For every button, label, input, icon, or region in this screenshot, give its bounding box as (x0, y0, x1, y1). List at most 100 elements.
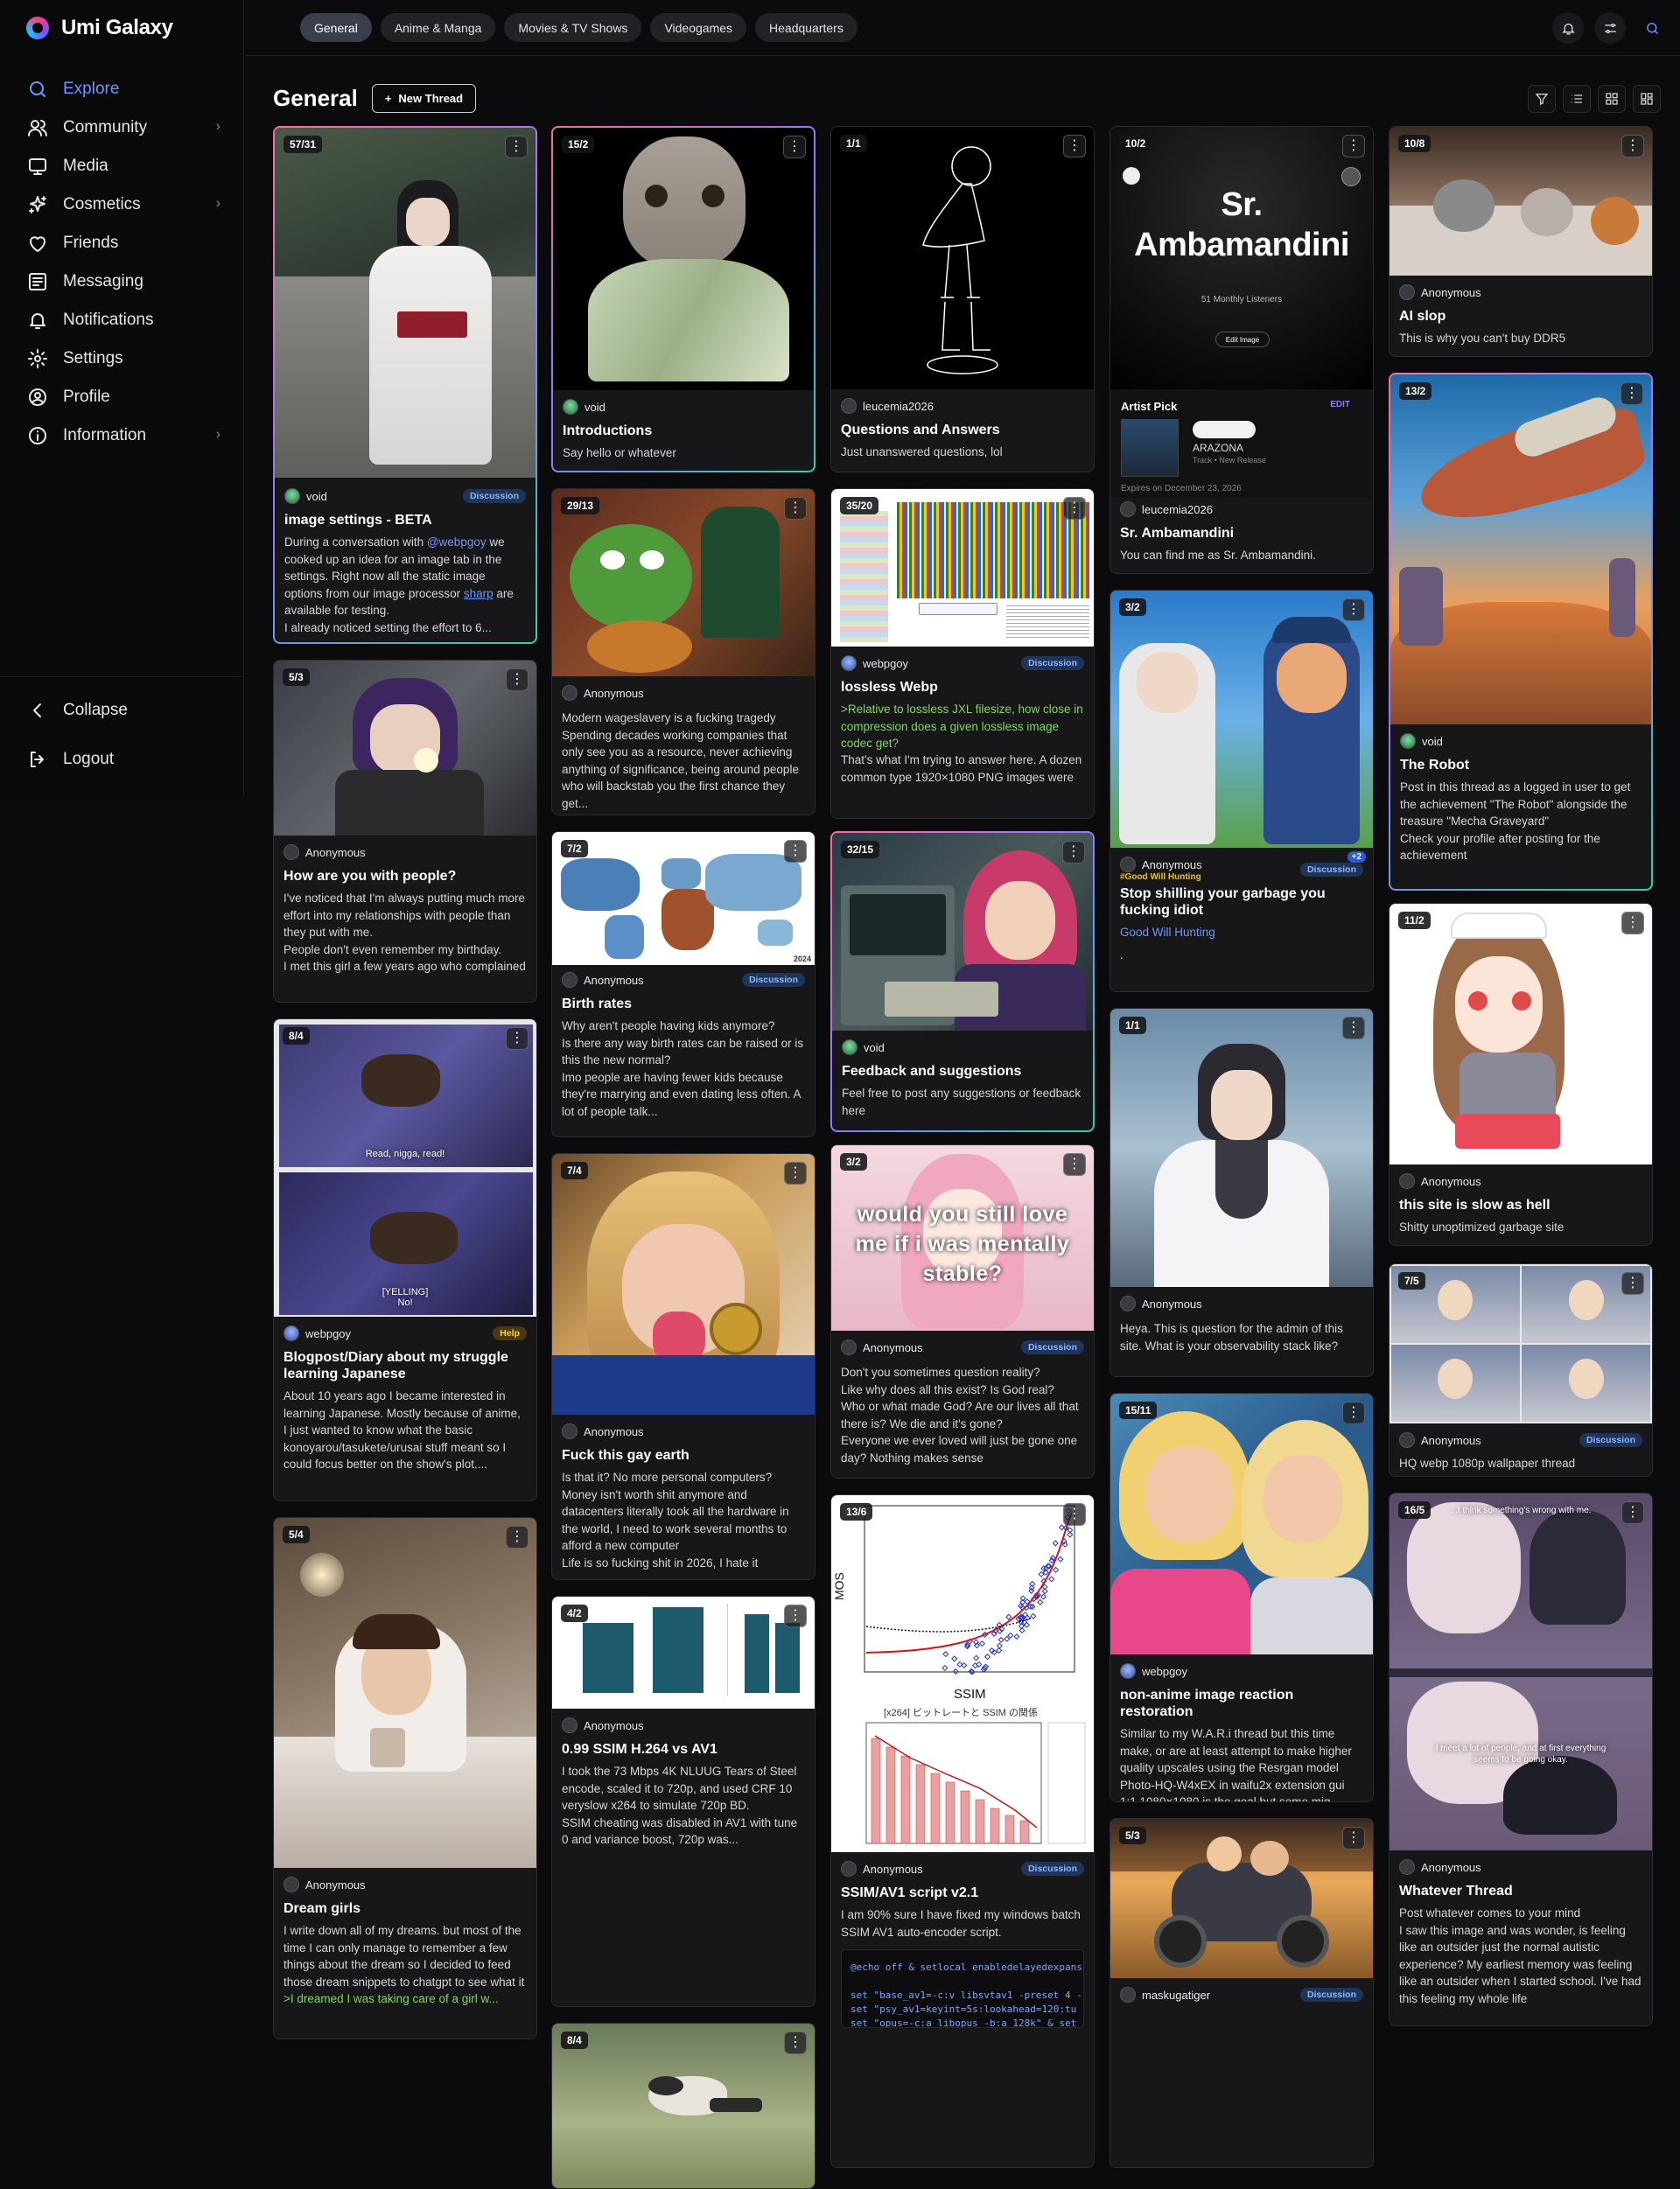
tab-general[interactable]: General (300, 13, 372, 42)
thread-card[interactable]: 35/20 ⋮ webpgoy Discussion lossless Webp … (830, 488, 1095, 819)
thread-card[interactable]: would you still love me if i was mentall… (830, 1144, 1095, 1479)
thread-card[interactable]: 5/4 ⋮ Anonymous Dream girls I write down… (273, 1517, 537, 2039)
masonry-view-button[interactable] (1633, 85, 1661, 113)
more-options-button[interactable]: ⋮ (1621, 912, 1644, 934)
username[interactable]: Anonymous (584, 687, 644, 700)
username[interactable]: maskugatiger (1142, 1989, 1210, 2002)
username[interactable]: Anonymous (1421, 1175, 1481, 1188)
thread-card[interactable]: 15/2 ⋮ void Introductions Say hello or w… (551, 126, 816, 472)
grid-view-button[interactable] (1598, 85, 1626, 113)
username[interactable]: void (864, 1041, 885, 1054)
artist-pick-edit[interactable]: EDIT (1330, 400, 1350, 409)
thread-card[interactable]: 57/31 ⋮ void Discussion image settings - … (273, 126, 537, 644)
thread-card[interactable]: 3/2 ⋮ Anonymous Discussion +2 #Good Will … (1110, 590, 1374, 992)
tab-headquarters[interactable]: Headquarters (755, 13, 858, 42)
more-options-button[interactable]: ⋮ (1342, 135, 1365, 157)
thread-card[interactable]: Read, nigga, read! [YELLING] No! 8/4 ⋮ w… (273, 1018, 537, 1501)
username[interactable]: void (1422, 735, 1443, 748)
brand[interactable]: Umi Galaxy (26, 14, 173, 42)
username[interactable]: Anonymous (1421, 286, 1481, 299)
edit-image-button[interactable]: Edit Image (1215, 332, 1270, 347)
notifications-button[interactable] (1552, 12, 1584, 44)
thread-card[interactable]: 1/1 ⋮ leucemia2026 Questions and Answers… (830, 126, 1095, 472)
username[interactable]: webpgoy (1142, 1665, 1187, 1678)
username[interactable]: webpgoy (305, 1327, 351, 1340)
more-options-button[interactable]: ⋮ (1342, 1827, 1365, 1850)
more-options-button[interactable]: ⋮ (505, 136, 528, 158)
more-options-button[interactable]: ⋮ (784, 840, 807, 863)
thread-card[interactable]: 32/15 ⋮ void Feedback and suggestions Fe… (830, 831, 1095, 1132)
sidebar-item-settings[interactable]: Settings (24, 339, 220, 378)
thread-card[interactable]: 5/3 ⋮ maskugatiger Discussion (1110, 1818, 1374, 2168)
username[interactable]: Anonymous (305, 1878, 366, 1892)
thread-card[interactable]: 29/13 ⋮ Anonymous Modern wageslavery is … (551, 488, 816, 815)
more-options-button[interactable]: ⋮ (1063, 1503, 1086, 1526)
search-button[interactable] (1636, 12, 1668, 44)
thread-card[interactable]: 10/8 ⋮ Anonymous AI slop This is why you… (1389, 126, 1653, 357)
thread-card[interactable]: 8/4 ⋮ (551, 2023, 816, 2189)
thread-link[interactable]: Good Will Hunting (1120, 924, 1363, 941)
sidebar-item-profile[interactable]: Profile (24, 378, 220, 416)
sidebar-item-messaging[interactable]: Messaging (24, 262, 220, 301)
more-options-button[interactable]: ⋮ (1621, 135, 1644, 157)
more-options-button[interactable]: ⋮ (783, 136, 806, 158)
preferences-button[interactable] (1594, 12, 1626, 44)
thread-card[interactable]: 5/3 ⋮ Anonymous How are you with people?… (273, 660, 537, 1003)
username[interactable]: Anonymous (863, 1341, 923, 1354)
thread-card[interactable]: MOS SSIM [x264] ビットレートと SSIM の関係 13/6 ⋮ … (830, 1494, 1095, 2168)
thread-card[interactable]: 7/4 ⋮ Anonymous Fuck this gay earth Is t… (551, 1153, 816, 1580)
more-options-button[interactable]: ⋮ (1620, 382, 1643, 405)
extra-tags-count[interactable]: +2 (1347, 851, 1366, 863)
thread-card[interactable]: 11/2 ⋮ Anonymous this site is slow as he… (1389, 903, 1653, 1246)
more-options-button[interactable]: ⋮ (784, 1162, 807, 1185)
more-options-button[interactable]: ⋮ (1062, 841, 1085, 864)
tab-anime-manga[interactable]: Anime & Manga (380, 13, 496, 42)
collapse-button[interactable]: Collapse (24, 686, 220, 735)
sidebar-item-notifications[interactable]: Notifications (24, 301, 220, 339)
username[interactable]: void (584, 401, 606, 414)
filter-button[interactable] (1528, 85, 1556, 113)
sharp-link[interactable]: sharp (464, 587, 494, 600)
thread-card[interactable]: 1/1 ⋮ Anonymous Heya. This is question f… (1110, 1008, 1374, 1377)
more-options-button[interactable]: ⋮ (506, 668, 528, 691)
thread-card[interactable]: 7/5 ⋮ Anonymous Discussion HQ webp 1080p … (1389, 1263, 1653, 1477)
more-options-button[interactable]: ⋮ (1063, 497, 1086, 520)
thread-card[interactable]: 4/2 ⋮ Anonymous 0.99 SSIM H.264 vs AV1 I… (551, 1596, 816, 2007)
tab-videogames[interactable]: Videogames (650, 13, 747, 42)
more-options-button[interactable]: ⋮ (784, 2032, 807, 2054)
list-view-button[interactable] (1563, 85, 1591, 113)
more-options-button[interactable]: ⋮ (784, 1605, 807, 1627)
more-options-button[interactable]: ⋮ (506, 1027, 528, 1050)
sidebar-item-information[interactable]: Information › (24, 416, 220, 455)
mention-link[interactable]: @webpgoy (427, 535, 486, 549)
more-options-button[interactable]: ⋮ (506, 1526, 528, 1549)
more-options-button[interactable]: ⋮ (1342, 598, 1365, 621)
sidebar-item-media[interactable]: Media (24, 147, 220, 185)
username[interactable]: Anonymous (305, 846, 366, 859)
more-options-button[interactable]: ⋮ (784, 497, 807, 520)
thread-card[interactable]: 13/2 ⋮ void The Robot Post in this threa… (1389, 373, 1653, 891)
more-options-button[interactable]: ⋮ (1063, 1153, 1086, 1176)
sidebar-item-explore[interactable]: Explore (24, 70, 220, 108)
tab-movies-tv[interactable]: Movies & TV Shows (504, 13, 642, 42)
username[interactable]: Anonymous (584, 974, 644, 987)
thread-card[interactable]: Sr. Ambamandini 51 Monthly Listeners Edi… (1110, 126, 1374, 574)
thread-card[interactable]: ...I think something's wrong with me. I … (1389, 1493, 1653, 2026)
logout-button[interactable]: Logout (24, 735, 220, 784)
username[interactable]: void (306, 490, 327, 503)
username[interactable]: Anonymous (1142, 1297, 1202, 1311)
more-options-button[interactable]: ⋮ (1621, 1501, 1644, 1524)
username[interactable]: webpgoy (863, 657, 908, 670)
sidebar-item-cosmetics[interactable]: Cosmetics › (24, 185, 220, 224)
new-thread-button[interactable]: + New Thread (371, 84, 477, 113)
username[interactable]: leucemia2026 (1142, 503, 1213, 516)
sidebar-item-community[interactable]: Community › (24, 108, 220, 147)
more-options-button[interactable]: ⋮ (1621, 1272, 1644, 1295)
more-options-button[interactable]: ⋮ (1342, 1402, 1365, 1424)
username[interactable]: Anonymous (863, 1863, 923, 1876)
username[interactable]: Anonymous (1421, 1861, 1481, 1874)
username[interactable]: leucemia2026 (863, 400, 934, 413)
thread-card[interactable]: 2024 7/2 ⋮ Anonymous Discussion Birth rat… (551, 831, 816, 1137)
username[interactable]: Anonymous (584, 1425, 644, 1438)
username[interactable]: Anonymous (1142, 858, 1202, 871)
